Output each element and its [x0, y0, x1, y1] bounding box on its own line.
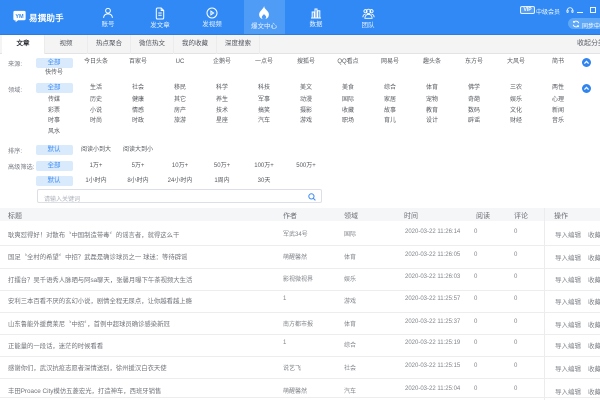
svg-text:YM: YM: [15, 14, 24, 20]
